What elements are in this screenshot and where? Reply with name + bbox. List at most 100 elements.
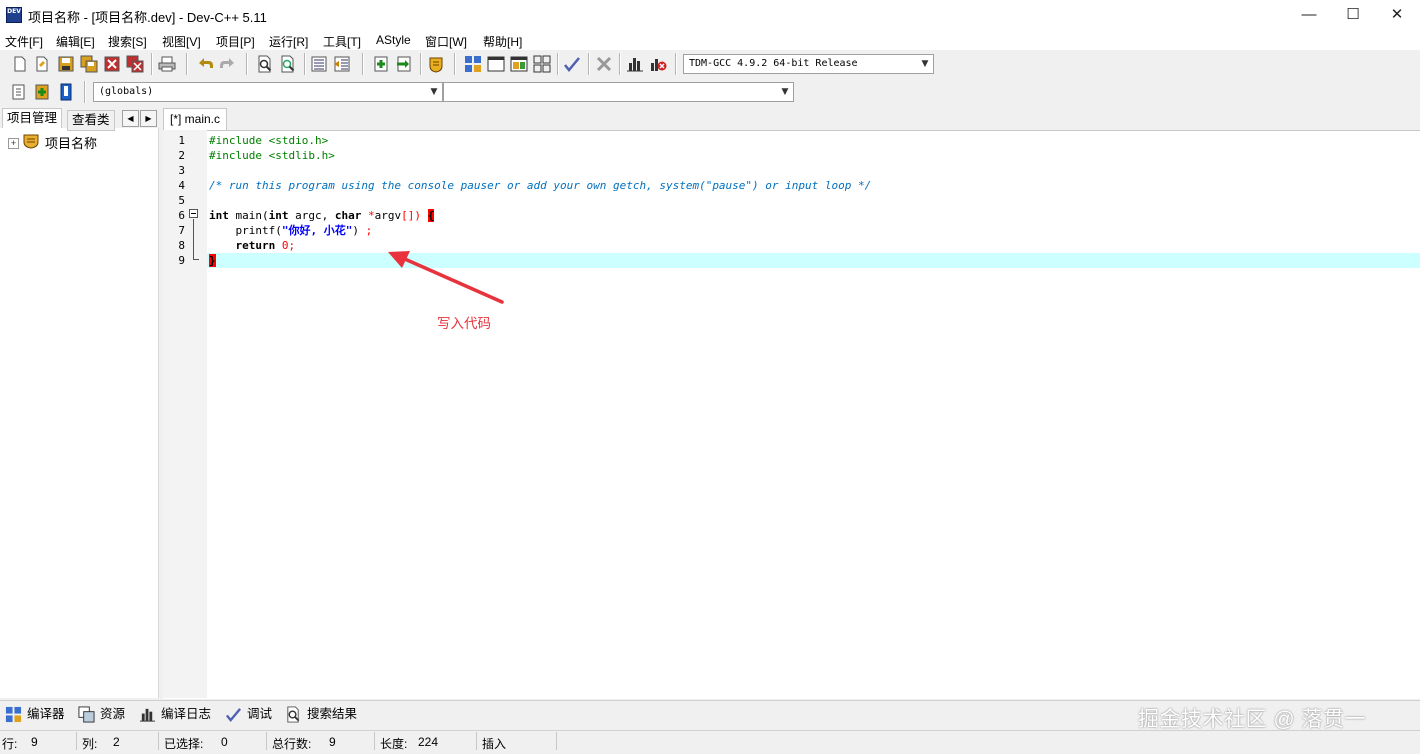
tree-item-project[interactable]: 项目名称 <box>45 133 97 152</box>
chevron-down-icon: ▼ <box>921 59 929 69</box>
bookmark-add-icon[interactable] <box>33 83 51 101</box>
run-icon[interactable] <box>487 55 505 73</box>
add-to-project-icon[interactable] <box>372 55 390 73</box>
tab-main-c[interactable]: [*] main.c <box>163 108 228 130</box>
replace-icon[interactable] <box>279 55 297 73</box>
tab-resources[interactable]: 资源 <box>78 705 134 723</box>
tab-search-results[interactable]: 搜索结果 <box>285 705 365 723</box>
compile-run-icon[interactable] <box>510 55 528 73</box>
annotation-arrow-icon <box>388 251 504 304</box>
scope-select-value: (globals) <box>99 86 154 97</box>
menu-help[interactable]: 帮助[H] <box>483 33 522 50</box>
code-symbol: []) <box>401 209 421 222</box>
editor-tab-strip <box>160 108 1420 130</box>
line-number: 9 <box>178 254 185 267</box>
status-separator <box>158 732 159 750</box>
stop-icon[interactable] <box>595 55 613 73</box>
tab-compiler[interactable]: 编译器 <box>5 705 73 723</box>
status-length-value: 224 <box>418 735 439 749</box>
close-file-icon[interactable] <box>103 55 121 73</box>
bookmark-icon[interactable] <box>57 83 75 101</box>
new-file-icon[interactable] <box>11 55 29 73</box>
compile-icon[interactable] <box>464 55 482 73</box>
code-line-1: #include <stdio.h> <box>209 133 328 148</box>
code-text: argc, <box>288 209 335 222</box>
fold-collapse-icon[interactable] <box>189 209 198 218</box>
status-selected-value: 0 <box>221 735 228 749</box>
syntax-check-icon[interactable] <box>563 55 581 73</box>
remove-from-project-icon[interactable] <box>395 55 413 73</box>
toolbar-separator <box>84 81 86 103</box>
menu-file[interactable]: 文件[F] <box>5 33 43 50</box>
undo-icon[interactable] <box>196 55 214 73</box>
code-symbol: ; <box>288 239 296 252</box>
unindent-icon[interactable] <box>333 55 351 73</box>
delete-profile-icon[interactable] <box>649 55 667 73</box>
scope-select[interactable]: (globals) ▼ <box>93 82 443 102</box>
toolbar-separator <box>420 53 422 75</box>
menu-window[interactable]: 窗口[W] <box>425 33 467 50</box>
close-all-icon[interactable] <box>126 55 144 73</box>
toolbar-separator <box>557 53 559 75</box>
menu-view[interactable]: 视图[V] <box>162 33 201 50</box>
menu-project[interactable]: 项目[P] <box>216 33 255 50</box>
status-separator <box>76 732 77 750</box>
menu-astyle[interactable]: AStyle <box>376 33 411 47</box>
matched-brace: } <box>209 254 216 267</box>
status-separator <box>266 732 267 750</box>
search-results-icon <box>287 706 300 723</box>
line-number: 1 <box>178 134 185 147</box>
line-number: 2 <box>178 149 185 162</box>
compiler-icon <box>5 706 22 723</box>
close-button[interactable]: ✕ <box>1374 0 1420 30</box>
tab-scroll-left-icon[interactable]: ◀ <box>122 110 139 127</box>
maximize-button[interactable]: ☐ <box>1330 0 1376 30</box>
keyword: return <box>209 239 276 252</box>
print-icon[interactable] <box>158 55 176 73</box>
code-line-7: printf("你好, 小花") ; <box>209 223 372 238</box>
status-row-label: 行: <box>2 737 18 751</box>
tab-project-manager[interactable]: 项目管理 <box>2 108 63 128</box>
window-title: 项目名称 - [项目名称.dev] - Dev-C++ 5.11 <box>28 10 267 25</box>
tab-class-browser[interactable]: 查看类 <box>67 110 115 131</box>
chevron-down-icon: ▼ <box>430 87 438 97</box>
tab-search-results-label: 搜索结果 <box>307 707 358 721</box>
menu-search[interactable]: 搜索[S] <box>108 33 147 50</box>
save-icon[interactable] <box>57 55 75 73</box>
minimize-button[interactable]: — <box>1286 0 1332 30</box>
member-select[interactable]: ▼ <box>443 82 794 102</box>
menu-run[interactable]: 运行[R] <box>269 33 308 50</box>
open-file-icon[interactable] <box>33 55 51 73</box>
tree-expand-icon[interactable]: + <box>8 138 19 149</box>
save-all-icon[interactable] <box>80 55 98 73</box>
code-line-8: return 0; <box>209 238 295 253</box>
status-total-lines-value: 9 <box>329 735 336 749</box>
menu-tools[interactable]: 工具[T] <box>323 33 361 50</box>
tab-debug[interactable]: 调试 <box>225 705 279 723</box>
status-insert-mode: 插入 <box>482 737 507 751</box>
toolbar-separator <box>619 53 621 75</box>
code-line-2: #include <stdlib.h> <box>209 148 335 163</box>
code-text: main( <box>228 209 269 222</box>
indent-icon[interactable] <box>310 55 328 73</box>
compiler-select[interactable]: TDM-GCC 4.9.2 64-bit Release ▼ <box>683 54 934 74</box>
code-line-4: /* run this program using the console pa… <box>209 178 871 193</box>
status-separator <box>556 732 557 750</box>
project-options-icon[interactable] <box>427 55 445 73</box>
project-panel <box>0 108 159 698</box>
find-icon[interactable] <box>256 55 274 73</box>
matched-brace: { <box>427 209 435 222</box>
code-symbol: ; <box>365 224 373 237</box>
tab-compile-log[interactable]: 编译日志 <box>139 705 219 723</box>
menu-edit[interactable]: 编辑[E] <box>56 33 95 50</box>
redo-icon[interactable] <box>219 55 237 73</box>
rebuild-all-icon[interactable] <box>533 55 551 73</box>
profile-icon[interactable] <box>626 55 644 73</box>
annotation-label: 写入代码 <box>437 316 491 331</box>
tab-scroll-right-icon[interactable]: ▶ <box>140 110 157 127</box>
line-number: 7 <box>178 224 185 237</box>
status-separator <box>374 732 375 750</box>
fold-guide <box>193 219 194 260</box>
goto-line-icon[interactable] <box>10 83 28 101</box>
